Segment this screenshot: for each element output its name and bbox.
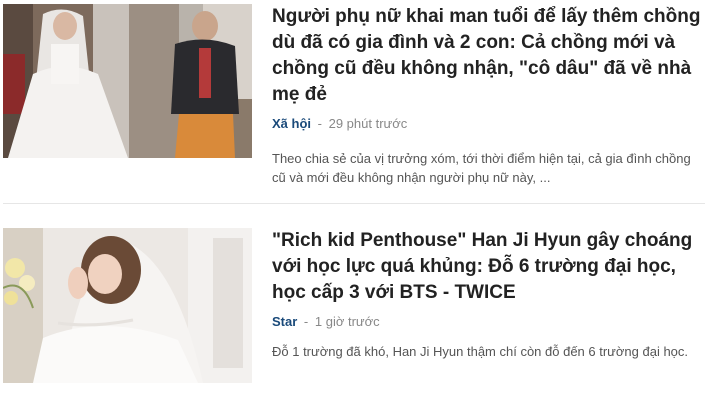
article-category[interactable]: Star xyxy=(272,314,297,329)
thumbnail-image xyxy=(3,228,252,383)
news-item: Người phụ nữ khai man tuổi để lấy thêm c… xyxy=(3,4,715,190)
article-meta: Star - 1 giờ trước xyxy=(272,314,707,330)
article-thumbnail[interactable] xyxy=(3,228,252,383)
article-content: Người phụ nữ khai man tuổi để lấy thêm c… xyxy=(272,4,707,187)
article-time: 1 giờ trước xyxy=(314,314,380,329)
article-title[interactable]: Người phụ nữ khai man tuổi để lấy thêm c… xyxy=(272,4,707,108)
thumbnail-image xyxy=(3,4,252,158)
meta-separator: - xyxy=(303,314,309,329)
article-summary: Theo chia sẻ của vị trưởng xóm, tới thời… xyxy=(272,151,691,185)
divider xyxy=(3,203,705,204)
article-category[interactable]: Xã hội xyxy=(272,116,311,131)
article-time: 29 phút trước xyxy=(328,116,408,131)
article-title[interactable]: "Rich kid Penthouse" Han Ji Hyun gây cho… xyxy=(272,228,707,306)
meta-separator: - xyxy=(317,116,322,131)
article-thumbnail[interactable] xyxy=(3,4,252,158)
article-content: "Rich kid Penthouse" Han Ji Hyun gây cho… xyxy=(272,228,707,361)
article-meta: Xã hội - 29 phút trước xyxy=(272,116,707,132)
article-summary: Đỗ 1 trường đã khó, Han Ji Hyun thậm chí… xyxy=(272,344,689,359)
news-item: "Rich kid Penthouse" Han Ji Hyun gây cho… xyxy=(3,228,715,388)
